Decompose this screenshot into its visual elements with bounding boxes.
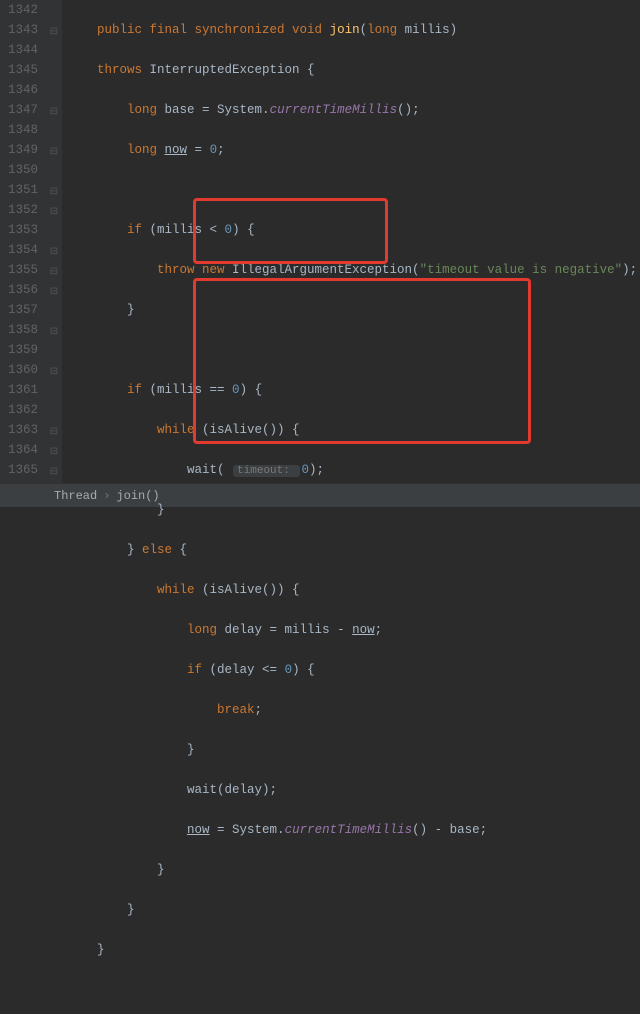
fold-toggle-icon[interactable]: ⊟ (49, 143, 59, 163)
line-number: 1348 (0, 120, 38, 140)
line-number: 1354 (0, 240, 38, 260)
fold-toggle-icon[interactable]: ⊟ (49, 103, 59, 123)
line-number: 1352 (0, 200, 38, 220)
line-number: 1342 (0, 0, 38, 20)
fold-toggle-icon[interactable]: ⊟ (49, 443, 59, 463)
line-number: 1363 (0, 420, 38, 440)
line-number: 1344 (0, 40, 38, 60)
line-number: 1361 (0, 380, 38, 400)
fold-toggle-icon[interactable]: ⊟ (49, 323, 59, 343)
line-number: 1345 (0, 60, 38, 80)
fold-toggle-icon[interactable]: ⊟ (49, 263, 59, 283)
code-editor[interactable]: 1342134313441345134613471348134913501351… (0, 0, 640, 483)
line-number: 1356 (0, 280, 38, 300)
fold-toggle-icon[interactable]: ⊟ (49, 23, 59, 43)
line-number: 1358 (0, 320, 38, 340)
line-number: 1357 (0, 300, 38, 320)
line-number: 1353 (0, 220, 38, 240)
keyword: public final synchronized void (97, 23, 330, 37)
param-hint: timeout: (233, 465, 300, 477)
line-number: 1351 (0, 180, 38, 200)
line-number: 1359 (0, 340, 38, 360)
line-number: 1355 (0, 260, 38, 280)
fold-toggle-icon[interactable]: ⊟ (49, 423, 59, 443)
line-number-gutter: 1342134313441345134613471348134913501351… (0, 0, 48, 483)
line-number: 1360 (0, 360, 38, 380)
line-number: 1346 (0, 80, 38, 100)
line-number: 1343 (0, 20, 38, 40)
line-number: 1349 (0, 140, 38, 160)
line-number: 1364 (0, 440, 38, 460)
line-number: 1362 (0, 400, 38, 420)
line-number: 1365 (0, 460, 38, 480)
fold-toggle-icon[interactable]: ⊟ (49, 203, 59, 223)
line-number: 1347 (0, 100, 38, 120)
line-number: 1350 (0, 160, 38, 180)
fold-toggle-icon[interactable]: ⊟ (49, 463, 59, 483)
code-area[interactable]: public final synchronized void join(long… (62, 0, 640, 483)
fold-column[interactable]: ⊟⊟⊟⊟⊟⊟⊟⊟⊟⊟⊟⊟⊟ (48, 0, 62, 483)
fold-toggle-icon[interactable]: ⊟ (49, 243, 59, 263)
method-name: join (330, 23, 360, 37)
fold-toggle-icon[interactable]: ⊟ (49, 183, 59, 203)
fold-toggle-icon[interactable]: ⊟ (49, 363, 59, 383)
fold-toggle-icon[interactable]: ⊟ (49, 283, 59, 303)
